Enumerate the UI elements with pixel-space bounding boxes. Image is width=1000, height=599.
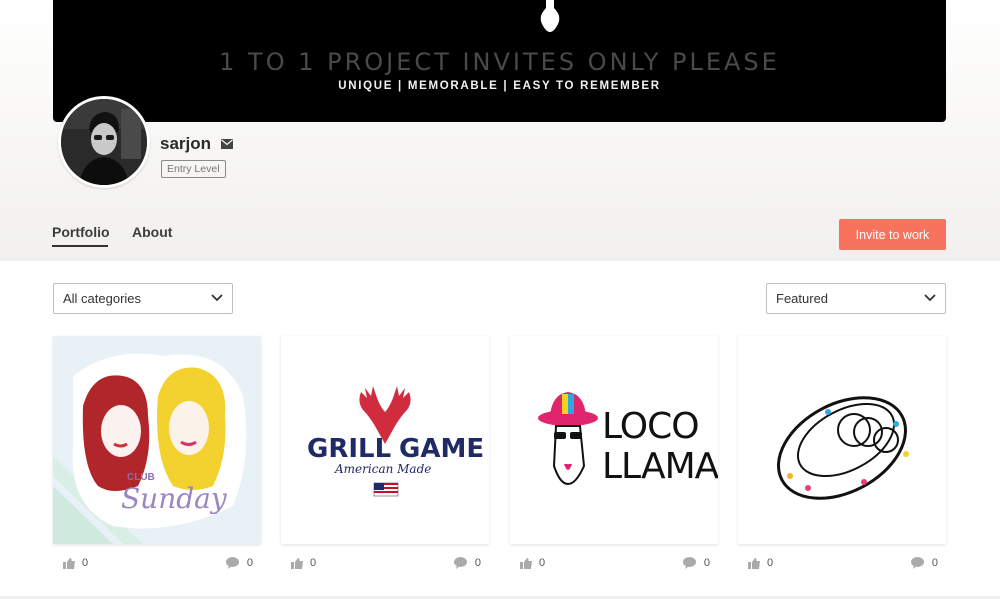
thumbs-up-icon[interactable] [520, 558, 532, 569]
thumbs-up-icon[interactable] [291, 558, 303, 569]
comment-icon[interactable] [226, 557, 239, 569]
comment-count: 0 [931, 557, 938, 569]
thumbs-up-icon[interactable] [63, 558, 75, 569]
like-count: 0 [539, 557, 546, 569]
avatar-photo [61, 99, 147, 185]
username[interactable]: sarjon [160, 134, 211, 154]
banner-subtitle: UNIQUE | MEMORABLE | EASY TO REMEMBER [338, 80, 661, 92]
level-badge: Entry Level [161, 160, 226, 178]
portfolio-item-stats: 0 0 [738, 556, 946, 572]
comment-count: 0 [246, 557, 253, 569]
like-count: 0 [767, 557, 774, 569]
banner-title: 1 TO 1 PROJECT INVITES ONLY PLEASE [219, 48, 780, 76]
comment-icon[interactable] [454, 557, 467, 569]
comment-icon[interactable] [683, 557, 696, 569]
comment-count: 0 [474, 557, 481, 569]
category-select-value: All categories [63, 291, 142, 306]
comment-count: 0 [703, 557, 710, 569]
portfolio-item[interactable]: GRILL GAME American Made [281, 336, 489, 544]
sort-select[interactable]: Featured [766, 283, 946, 314]
like-count: 0 [310, 557, 317, 569]
cover-banner: 1 TO 1 PROJECT INVITES ONLY PLEASE UNIQU… [53, 0, 946, 122]
portfolio-item-stats: 0 0 [510, 556, 718, 572]
invite-to-work-button[interactable]: Invite to work [839, 219, 946, 250]
portfolio-item-stats: 0 0 [281, 556, 489, 572]
like-count: 0 [82, 557, 89, 569]
portfolio-item-label-llama: LLAMA [602, 446, 718, 487]
tab-about[interactable]: About [132, 224, 172, 240]
active-tab-indicator [52, 245, 108, 247]
chevron-down-icon [211, 294, 223, 302]
portfolio-item-stats: 0 0 [53, 556, 261, 572]
sort-select-value: Featured [776, 291, 829, 306]
category-select[interactable]: All categories [53, 283, 233, 314]
portfolio-item[interactable] [738, 336, 946, 544]
drop-logo-icon [540, 0, 560, 32]
comment-icon[interactable] [911, 557, 924, 569]
mail-icon[interactable] [221, 139, 233, 149]
portfolio-item-label-sunday: Sunday [121, 482, 227, 515]
portfolio-item-label-game: GAME [399, 434, 485, 464]
portfolio-item[interactable]: LOCO LLAMA [510, 336, 718, 544]
chevron-down-icon [924, 294, 936, 302]
portfolio-image [738, 336, 946, 544]
tab-portfolio[interactable]: Portfolio [52, 224, 110, 240]
thumbs-up-icon[interactable] [748, 558, 760, 569]
portfolio-item-label-loco: LOCO [602, 406, 700, 447]
portfolio-item[interactable]: CLUB Sunday [53, 336, 261, 544]
portfolio-item-label-grill: GRILL [307, 434, 392, 464]
avatar[interactable] [58, 96, 150, 188]
portfolio-item-label-american-made: American Made [335, 462, 432, 476]
